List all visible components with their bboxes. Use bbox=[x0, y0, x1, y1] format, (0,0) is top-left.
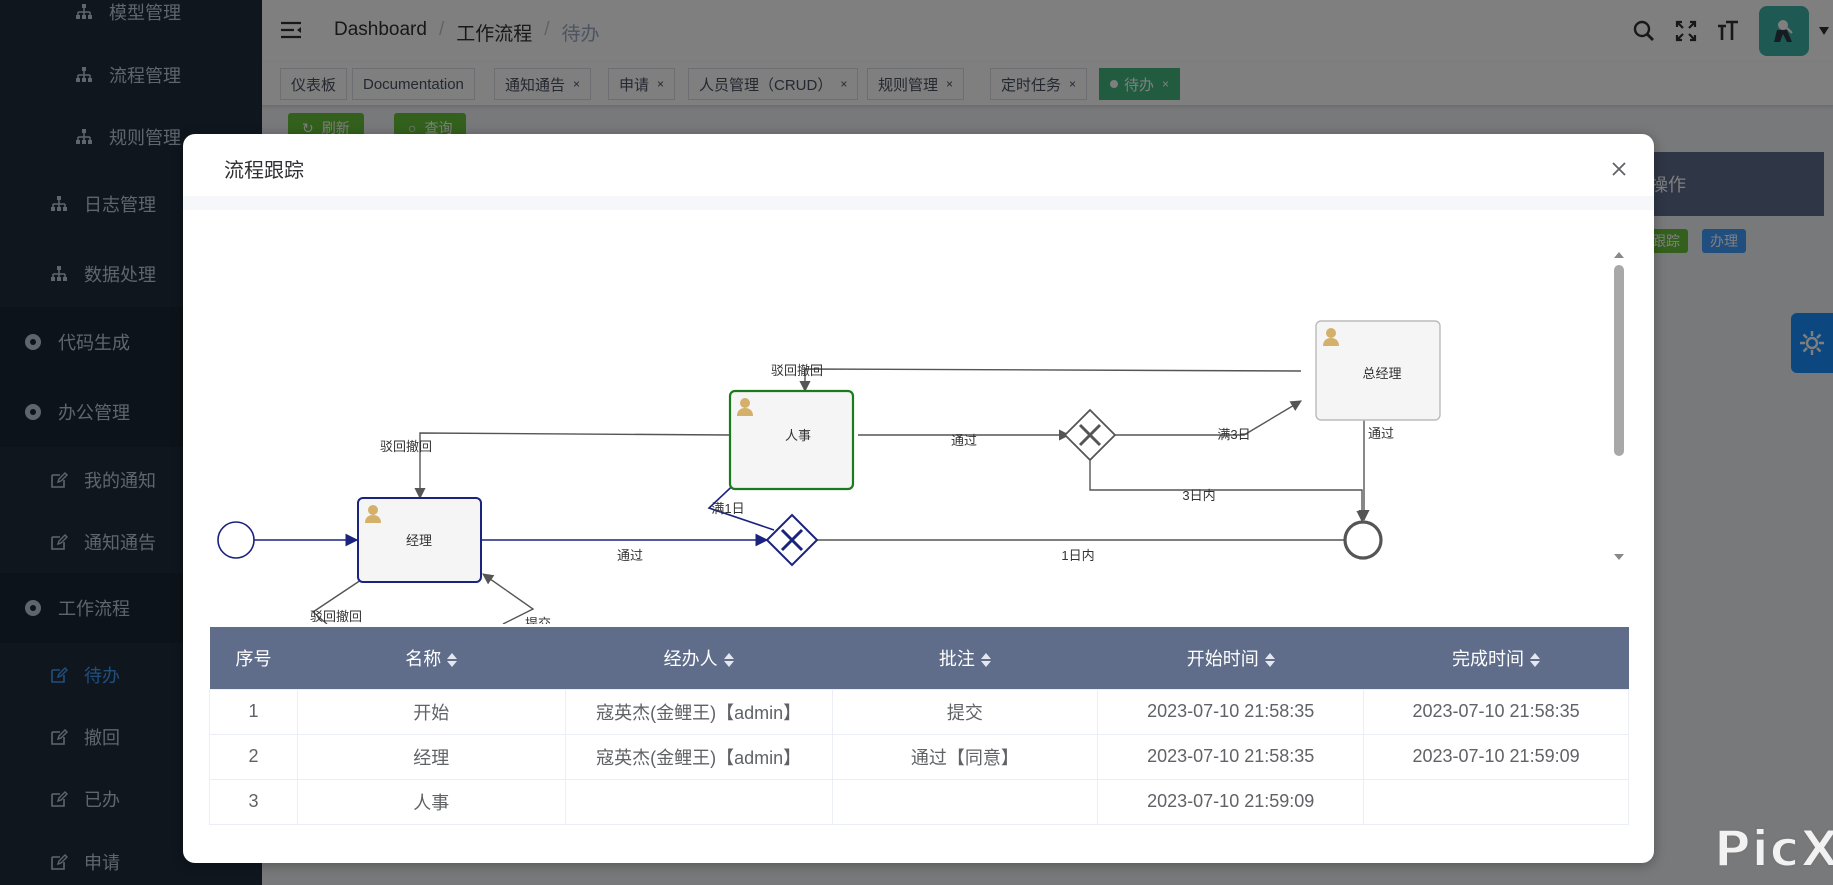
label-reject-top: 驳回撤回 bbox=[771, 363, 823, 378]
label-full-1-day: 满1日 bbox=[711, 501, 744, 516]
task-manager-label: 经理 bbox=[406, 533, 432, 548]
cell: 经理 bbox=[296, 733, 566, 780]
label-within-3-days: 3日内 bbox=[1182, 488, 1215, 503]
col-label: 批注 bbox=[938, 648, 975, 669]
label-submit: 提交 bbox=[525, 616, 551, 624]
cell: 提交 bbox=[831, 688, 1099, 735]
sort-icon[interactable] bbox=[980, 653, 991, 667]
task-hr[interactable]: 人事 bbox=[728, 389, 855, 491]
col-comment[interactable]: 批注 bbox=[832, 627, 1098, 689]
cell: 1 bbox=[209, 688, 298, 735]
label-reject-left: 驳回撤回 bbox=[380, 439, 432, 454]
cell bbox=[564, 778, 833, 825]
task-general-manager[interactable]: 总经理 bbox=[1315, 320, 1441, 421]
col-label: 名称 bbox=[405, 648, 442, 669]
col-assignee[interactable]: 经办人 bbox=[565, 627, 833, 689]
col-start-time[interactable]: 开始时间 bbox=[1097, 627, 1364, 689]
cell: 3 bbox=[209, 778, 298, 825]
scroll-down-icon[interactable] bbox=[1614, 554, 1624, 560]
col-label: 开始时间 bbox=[1186, 648, 1259, 669]
cell bbox=[1363, 778, 1629, 825]
col-label: 经办人 bbox=[663, 648, 718, 669]
col-name[interactable]: 名称 bbox=[297, 627, 566, 689]
flow-gateway2-to-end bbox=[1089, 456, 1368, 523]
close-icon[interactable] bbox=[1610, 160, 1628, 178]
sort-icon[interactable] bbox=[447, 653, 458, 667]
task-manager[interactable]: 经理 bbox=[357, 497, 482, 583]
cell: 开始 bbox=[296, 688, 566, 735]
table-row[interactable]: 3 人事 2023-07-10 21:59:09 bbox=[209, 778, 1629, 825]
scroll-up-icon[interactable] bbox=[1614, 252, 1624, 258]
col-label: 完成时间 bbox=[1452, 648, 1525, 669]
task-general-manager-label: 总经理 bbox=[1362, 366, 1401, 381]
process-diagram[interactable]: 经理 人事 总经理 驳回撤回 驳回撤回 驳回撤回 提交 通过 满1日 1日内 通… bbox=[193, 244, 1613, 624]
start-event[interactable] bbox=[217, 521, 255, 559]
exclusive-gateway-2[interactable] bbox=[1063, 408, 1117, 462]
flow-gateway2-to-gm bbox=[1111, 400, 1302, 436]
label-full-3-days: 满3日 bbox=[1217, 427, 1250, 442]
cell: 2023-07-10 21:58:35 bbox=[1363, 688, 1629, 735]
cell: 人事 bbox=[296, 778, 566, 825]
watermark: PicX bbox=[1713, 819, 1833, 879]
end-event[interactable] bbox=[1343, 520, 1383, 560]
task-hr-label: 人事 bbox=[785, 428, 811, 443]
label-within-1-day: 1日内 bbox=[1061, 548, 1094, 563]
label-reject-bottom: 驳回撤回 bbox=[310, 609, 362, 624]
cell: 2023-07-10 21:59:09 bbox=[1097, 778, 1365, 825]
table-row[interactable]: 2 经理 寇英杰(金鲤王)【admin】 通过【同意】 2023-07-10 2… bbox=[209, 733, 1629, 780]
scroll-thumb[interactable] bbox=[1614, 265, 1624, 456]
table-header-row: 序号 名称 经办人 批注 开始时间 完成时间 bbox=[209, 627, 1629, 689]
cell: 寇英杰(金鲤王)【admin】 bbox=[564, 733, 833, 780]
cell: 通过【同意】 bbox=[831, 733, 1099, 780]
sort-icon[interactable] bbox=[723, 653, 734, 667]
label-pass-main: 通过 bbox=[617, 548, 643, 563]
exclusive-gateway-1[interactable] bbox=[765, 513, 819, 567]
flow-history-table: 序号 名称 经办人 批注 开始时间 完成时间 1 开始 寇英杰(金鲤王)【adm… bbox=[209, 627, 1629, 825]
flow-hr-reject-to-manager bbox=[414, 432, 731, 500]
cell: 2 bbox=[209, 733, 298, 780]
sort-icon[interactable] bbox=[1530, 653, 1541, 667]
cell: 2023-07-10 21:59:09 bbox=[1363, 733, 1629, 780]
label-pass-hr: 通过 bbox=[951, 433, 977, 448]
flow-gm-reject-to-hr bbox=[799, 368, 1302, 393]
col-label: 序号 bbox=[235, 648, 272, 669]
diagram-scrollbar[interactable] bbox=[1613, 251, 1625, 621]
cell bbox=[831, 778, 1099, 825]
dialog-title: 流程跟踪 bbox=[224, 160, 304, 182]
sort-icon[interactable] bbox=[1264, 653, 1275, 667]
cell: 寇英杰(金鲤王)【admin】 bbox=[564, 688, 833, 735]
process-tracking-dialog: 流程跟踪 经理 人事 总经理 驳回撤回 驳回撤回 驳回撤回 提交 通过 满1日 … bbox=[183, 134, 1654, 863]
cell: 2023-07-10 21:58:35 bbox=[1097, 688, 1365, 735]
col-end-time[interactable]: 完成时间 bbox=[1363, 627, 1629, 689]
cell: 2023-07-10 21:58:35 bbox=[1097, 733, 1365, 780]
table-row[interactable]: 1 开始 寇英杰(金鲤王)【admin】 提交 2023-07-10 21:58… bbox=[209, 688, 1629, 735]
col-index: 序号 bbox=[209, 627, 298, 689]
dialog-header-divider bbox=[183, 196, 1654, 210]
label-pass-gm: 通过 bbox=[1368, 426, 1394, 441]
